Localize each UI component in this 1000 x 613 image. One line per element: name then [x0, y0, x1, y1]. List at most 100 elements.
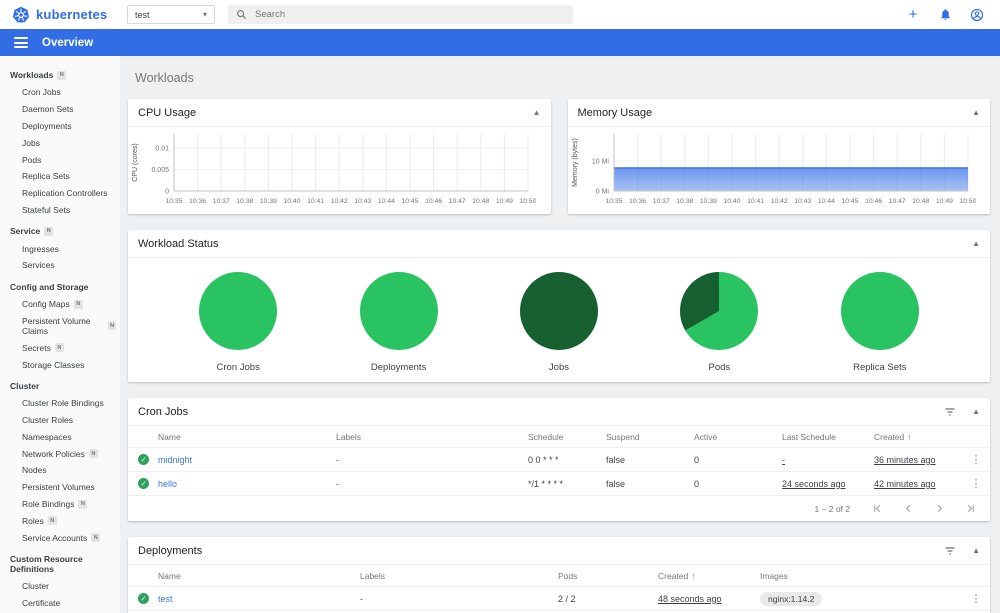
- cell-active: 0: [694, 478, 700, 489]
- workload-pie-deployments: Deployments: [324, 272, 474, 373]
- create-resource-plus-icon[interactable]: +: [902, 4, 924, 26]
- column-header-name[interactable]: Name: [158, 571, 360, 581]
- cell-labels: -: [336, 478, 339, 489]
- workload-status-card: Workload Status ▲ Cron Jobs Deployments Jo…: [128, 230, 990, 382]
- sidebar-item-label: Pods: [22, 154, 42, 165]
- column-header-active[interactable]: Active: [694, 432, 782, 442]
- sidebar-item-cluster[interactable]: Cluster: [0, 578, 120, 595]
- namespace-selector[interactable]: test ▾: [127, 5, 215, 24]
- sidebar-item-label: Cluster: [22, 581, 49, 592]
- sidebar-item-ingresses[interactable]: Ingresses: [0, 240, 120, 257]
- sidebar-item-custom-resource-definitions[interactable]: Custom Resource Definitions: [0, 550, 120, 578]
- collapse-card-icon[interactable]: ▲: [533, 108, 541, 117]
- top-bar: kubernetes test ▾ +: [0, 0, 1000, 29]
- menu-hamburger-icon[interactable]: [14, 37, 28, 48]
- sidebar-item-label: Role Bindings: [22, 499, 75, 510]
- svg-text:10:37: 10:37: [213, 198, 230, 205]
- column-header-schedule[interactable]: Schedule: [528, 432, 606, 442]
- sidebar-item-service[interactable]: Service N: [0, 222, 120, 240]
- cell-created: 36 minutes ago: [874, 454, 936, 465]
- sidebar-item-label: Nodes: [22, 465, 47, 476]
- svg-text:10:38: 10:38: [676, 198, 693, 205]
- sidebar-item-pods[interactable]: Pods: [0, 151, 120, 168]
- previous-page-button[interactable]: [903, 503, 914, 514]
- pie-label: Replica Sets: [853, 362, 907, 373]
- column-header-labels[interactable]: Labels: [336, 432, 528, 442]
- column-header-images[interactable]: Images: [760, 571, 962, 581]
- collapse-card-icon[interactable]: ▲: [972, 407, 980, 416]
- sidebar-item-secrets[interactable]: Secrets N: [0, 339, 120, 356]
- sidebar-section-label: Cluster: [10, 380, 40, 391]
- row-menu-kebab-icon[interactable]: ⋮: [962, 592, 990, 605]
- sidebar-item-network-policies[interactable]: Network Policies N: [0, 445, 120, 462]
- sidebar-item-stateful-sets[interactable]: Stateful Sets: [0, 201, 120, 218]
- sidebar-item-workloads[interactable]: Workloads N: [0, 66, 120, 84]
- sidebar-item-cluster[interactable]: Cluster: [0, 377, 120, 395]
- column-header-suspend[interactable]: Suspend: [606, 432, 694, 442]
- search-box[interactable]: [228, 5, 573, 24]
- sidebar-item-config-and-storage[interactable]: Config and Storage: [0, 278, 120, 296]
- first-page-button[interactable]: [872, 503, 883, 514]
- sidebar-item-replication-controllers[interactable]: Replication Controllers: [0, 185, 120, 202]
- column-header-created[interactable]: Created ↑: [658, 571, 760, 581]
- topbar-actions: +: [902, 4, 988, 26]
- sidebar-item-replica-sets[interactable]: Replica Sets: [0, 168, 120, 185]
- sidebar-item-deployments[interactable]: Deployments: [0, 118, 120, 135]
- notifications-bell-icon[interactable]: [934, 4, 956, 26]
- next-page-button[interactable]: [934, 503, 945, 514]
- sidebar-item-namespaces[interactable]: Namespaces: [0, 429, 120, 446]
- sidebar-item-label: Services: [22, 260, 55, 271]
- cell-pods: 2 / 2: [558, 593, 576, 604]
- sidebar-item-persistent-volume-claims[interactable]: Persistent Volume Claims N: [0, 313, 120, 340]
- collapse-card-icon[interactable]: ▲: [972, 239, 980, 248]
- sidebar-item-daemon-sets[interactable]: Daemon Sets: [0, 101, 120, 118]
- deployments-table: Name Labels Pods Created ↑ Images ✓ test - 2 / 2 4…: [128, 565, 990, 613]
- workload-pie-cron-jobs: Cron Jobs: [163, 272, 313, 373]
- sidebar-item-label: Replication Controllers: [22, 188, 108, 199]
- svg-text:10:36: 10:36: [189, 198, 206, 205]
- sidebar-item-label: Cron Jobs: [22, 87, 61, 98]
- cell-active: 0: [694, 454, 700, 465]
- deployments-card: Deployments ▲ Name Labels Pods Created ↑ Imag…: [128, 537, 990, 613]
- sidebar-section-workloads: Workloads N Cron Jobs Daemon Sets Deployment…: [0, 66, 120, 218]
- workload-pie-replica-sets: Replica Sets: [805, 272, 955, 373]
- sidebar-item-certificate[interactable]: Certificate: [0, 595, 120, 612]
- column-header-pods[interactable]: Pods: [558, 571, 658, 581]
- column-header-labels[interactable]: Labels: [360, 571, 558, 581]
- row-menu-kebab-icon[interactable]: ⋮: [962, 453, 990, 466]
- svg-text:0.005: 0.005: [151, 167, 169, 174]
- sidebar-item-persistent-volumes[interactable]: Persistent Volumes: [0, 479, 120, 496]
- filter-icon[interactable]: [944, 407, 956, 417]
- sidebar-item-nodes[interactable]: Nodes: [0, 462, 120, 479]
- sidebar-item-cron-jobs[interactable]: Cron Jobs: [0, 84, 120, 101]
- row-menu-kebab-icon[interactable]: ⋮: [962, 477, 990, 490]
- last-page-button[interactable]: [965, 503, 976, 514]
- svg-text:10:44: 10:44: [378, 198, 395, 205]
- sidebar-item-services[interactable]: Services: [0, 257, 120, 274]
- namespaced-badge-icon: N: [88, 449, 98, 459]
- kubernetes-logo[interactable]: kubernetes: [12, 6, 117, 24]
- column-header-created[interactable]: Created ↑: [874, 432, 962, 442]
- sidebar-item-cluster-role-bindings[interactable]: Cluster Role Bindings: [0, 395, 120, 412]
- column-header-last-schedule[interactable]: Last Schedule: [782, 432, 874, 442]
- column-header-name[interactable]: Name: [158, 432, 336, 442]
- collapse-card-icon[interactable]: ▲: [972, 546, 980, 555]
- row-name-link[interactable]: test: [158, 594, 360, 604]
- search-input[interactable]: [255, 9, 565, 20]
- sidebar-item-storage-classes[interactable]: Storage Classes: [0, 356, 120, 373]
- sidebar-section-config-and-storage: Config and Storage Config Maps N Persistent…: [0, 278, 120, 373]
- sidebar-item-service-accounts[interactable]: Service Accounts N: [0, 529, 120, 546]
- svg-text:10:47: 10:47: [449, 198, 466, 205]
- appbar-title: Overview: [42, 36, 94, 49]
- sidebar-item-roles[interactable]: Roles N: [0, 512, 120, 529]
- account-icon[interactable]: [966, 4, 988, 26]
- sidebar-item-role-bindings[interactable]: Role Bindings N: [0, 496, 120, 513]
- collapse-card-icon[interactable]: ▲: [972, 108, 980, 117]
- sidebar-item-jobs[interactable]: Jobs: [0, 134, 120, 151]
- svg-text:10:49: 10:49: [496, 198, 513, 205]
- row-name-link[interactable]: midnight: [158, 455, 336, 465]
- row-name-link[interactable]: hello: [158, 479, 336, 489]
- sidebar-item-config-maps[interactable]: Config Maps N: [0, 296, 120, 313]
- sidebar-item-cluster-roles[interactable]: Cluster Roles: [0, 412, 120, 429]
- filter-icon[interactable]: [944, 546, 956, 556]
